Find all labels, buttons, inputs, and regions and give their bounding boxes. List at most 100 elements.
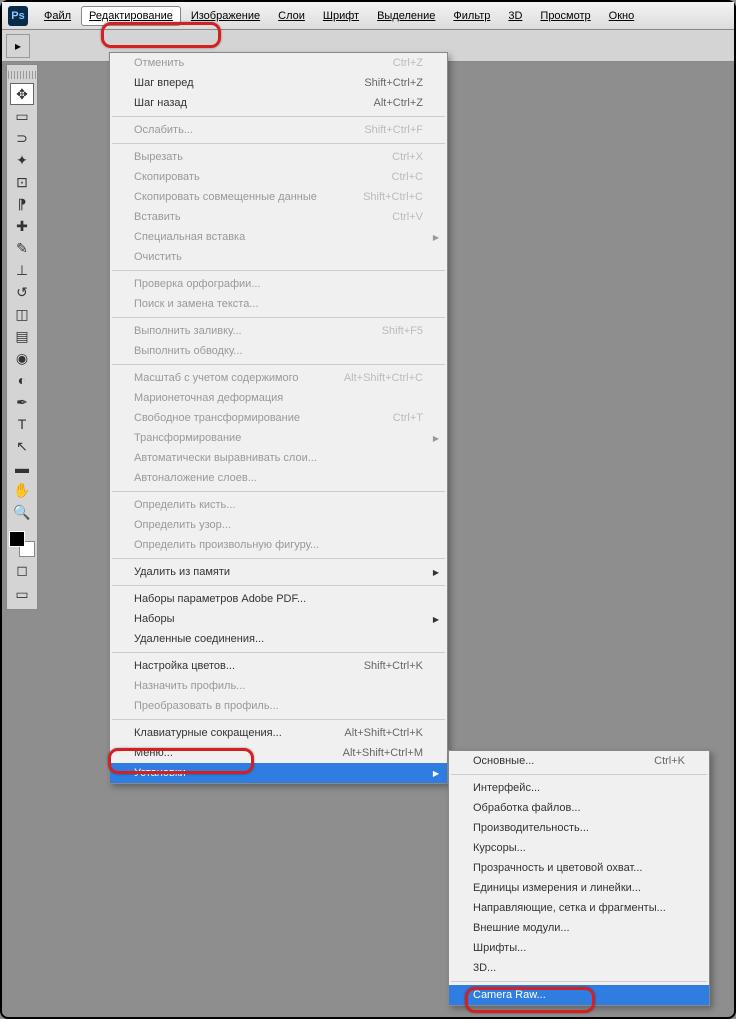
- tool-dodge[interactable]: ◐: [10, 369, 34, 391]
- submenu-arrow-icon: ▶: [433, 568, 439, 577]
- menu-item[interactable]: Шрифты...: [449, 938, 709, 958]
- menu-item: Вырезать Ctrl+X: [110, 147, 447, 167]
- tool-gradient[interactable]: ▤: [10, 325, 34, 347]
- menu-item[interactable]: Наборы параметров Adobe PDF...: [110, 589, 447, 609]
- menu-item-3d[interactable]: 3D: [500, 6, 530, 26]
- menu-item[interactable]: Прозрачность и цветовой охват...: [449, 858, 709, 878]
- menu-separator: [112, 317, 445, 318]
- menu-item[interactable]: Обработка файлов...: [449, 798, 709, 818]
- tool-crop[interactable]: ⊡: [10, 171, 34, 193]
- tool-path-select[interactable]: ↖: [10, 435, 34, 457]
- menu-item[interactable]: Направляющие, сетка и фрагменты...: [449, 898, 709, 918]
- menu-separator: [451, 981, 707, 982]
- menu-item-shortcut: Ctrl+X: [392, 151, 423, 163]
- menu-item-label: Основные...: [473, 755, 534, 767]
- menu-item[interactable]: Наборы ▶: [110, 609, 447, 629]
- tool-stamp[interactable]: ⊥: [10, 259, 34, 281]
- menu-bar: ФайлРедактированиеИзображениеСлоиШрифтВы…: [36, 6, 642, 26]
- tool-brush[interactable]: ✎: [10, 237, 34, 259]
- menu-item[interactable]: 3D...: [449, 958, 709, 978]
- menu-item: Отменить Ctrl+Z: [110, 53, 447, 73]
- tool-pen[interactable]: ✒: [10, 391, 34, 413]
- menu-item[interactable]: Шаг назад Alt+Ctrl+Z: [110, 93, 447, 113]
- menu-item-label: Скопировать совмещенные данные: [134, 191, 317, 203]
- menu-item-label: Наборы: [134, 613, 175, 625]
- tool-eyedropper[interactable]: ⁋: [10, 193, 34, 215]
- menu-item-выделение[interactable]: Выделение: [369, 6, 443, 26]
- toolbox-grip[interactable]: [8, 71, 36, 79]
- menu-item[interactable]: Интерфейс...: [449, 778, 709, 798]
- menu-item-label: Масштаб с учетом содержимого: [134, 372, 299, 384]
- menu-item: Автоматически выравнивать слои...: [110, 448, 447, 468]
- tool-hand[interactable]: ✋: [10, 479, 34, 501]
- tool-marquee[interactable]: ▭: [10, 105, 34, 127]
- menu-item[interactable]: Клавиатурные сокращения...Alt+Shift+Ctrl…: [110, 723, 447, 743]
- tool-type[interactable]: T: [10, 413, 34, 435]
- menu-item-label: Выполнить заливку...: [134, 325, 242, 337]
- menu-item-label: Шаг назад: [134, 97, 187, 109]
- tool-history-brush[interactable]: ↺: [10, 281, 34, 303]
- menu-item[interactable]: Меню...Alt+Shift+Ctrl+M: [110, 743, 447, 763]
- tool-move[interactable]: ✥: [10, 83, 34, 105]
- menu-separator: [112, 143, 445, 144]
- menu-item: Проверка орфографии...: [110, 274, 447, 294]
- menu-item[interactable]: Основные...Ctrl+K: [449, 751, 709, 771]
- menu-item[interactable]: Настройка цветов...Shift+Ctrl+K: [110, 656, 447, 676]
- menu-item[interactable]: Шаг впередShift+Ctrl+Z: [110, 73, 447, 93]
- menu-item-шрифт[interactable]: Шрифт: [315, 6, 367, 26]
- menu-item[interactable]: Удалить из памяти▶: [110, 562, 447, 582]
- tool-eraser[interactable]: ◫: [10, 303, 34, 325]
- preferences-submenu: Основные...Ctrl+K Интерфейс...Обработка ф…: [448, 750, 710, 1006]
- screen-mode-icon[interactable]: ▭: [10, 583, 34, 605]
- tool-healing[interactable]: ✚: [10, 215, 34, 237]
- menu-item[interactable]: Курсоры...: [449, 838, 709, 858]
- menu-separator: [451, 774, 707, 775]
- menu-item-слои[interactable]: Слои: [270, 6, 313, 26]
- menu-item: Специальная вставка▶: [110, 227, 447, 247]
- menu-item-shortcut: Shift+Ctrl+Z: [364, 77, 423, 89]
- tool-preset-picker[interactable]: ▸: [6, 34, 30, 58]
- submenu-arrow-icon: ▶: [433, 434, 439, 443]
- submenu-arrow-icon: ▶: [433, 615, 439, 624]
- menu-item-фильтр[interactable]: Фильтр: [445, 6, 498, 26]
- menu-item: Трансформирование▶: [110, 428, 447, 448]
- menu-item-shortcut: Shift+Ctrl+C: [363, 191, 423, 203]
- menu-item: Определить кисть...: [110, 495, 447, 515]
- menu-item[interactable]: Camera Raw...: [449, 985, 709, 1005]
- menu-item[interactable]: Единицы измерения и линейки...: [449, 878, 709, 898]
- menu-item-окно[interactable]: Окно: [601, 6, 643, 26]
- menu-item-label: 3D...: [473, 962, 496, 974]
- menu-separator: [112, 585, 445, 586]
- menu-item-label: Курсоры...: [473, 842, 526, 854]
- menu-item-редактирование[interactable]: Редактирование: [81, 6, 181, 26]
- menu-item-shortcut: Alt+Ctrl+Z: [373, 97, 423, 109]
- menu-item-label: Вырезать: [134, 151, 183, 163]
- menu-item[interactable]: Удаленные соединения...: [110, 629, 447, 649]
- menu-item: Определить узор...: [110, 515, 447, 535]
- menu-item[interactable]: Установки▶: [110, 763, 447, 783]
- quick-mask-icon[interactable]: ◻: [10, 559, 34, 581]
- menu-item[interactable]: Внешние модули...: [449, 918, 709, 938]
- menu-item-label: Меню...: [134, 747, 173, 759]
- tool-lasso[interactable]: ⊃: [10, 127, 34, 149]
- color-swatches[interactable]: [9, 531, 35, 557]
- tool-wand[interactable]: ✦: [10, 149, 34, 171]
- tool-blur[interactable]: ◉: [10, 347, 34, 369]
- foreground-color-swatch[interactable]: [9, 531, 25, 547]
- menu-item-просмотр[interactable]: Просмотр: [532, 6, 598, 26]
- menu-item-label: Удаленные соединения...: [134, 633, 264, 645]
- tool-shape[interactable]: ▬: [10, 457, 34, 479]
- menu-item-label: Преобразовать в профиль...: [134, 700, 279, 712]
- tool-zoom[interactable]: 🔍: [10, 501, 34, 523]
- menu-item-label: Отменить: [134, 57, 184, 69]
- menu-separator: [112, 719, 445, 720]
- menu-item-label: Клавиатурные сокращения...: [134, 727, 282, 739]
- menu-item-label: Назначить профиль...: [134, 680, 245, 692]
- menu-item-shortcut: Ctrl+Z: [393, 57, 423, 69]
- menu-item: Ослабить...Shift+Ctrl+F: [110, 120, 447, 140]
- menu-item-изображение[interactable]: Изображение: [183, 6, 268, 26]
- menu-item[interactable]: Производительность...: [449, 818, 709, 838]
- submenu-arrow-icon: ▶: [433, 769, 439, 778]
- menu-item-файл[interactable]: Файл: [36, 6, 79, 26]
- menu-item: Свободное трансформированиеCtrl+T: [110, 408, 447, 428]
